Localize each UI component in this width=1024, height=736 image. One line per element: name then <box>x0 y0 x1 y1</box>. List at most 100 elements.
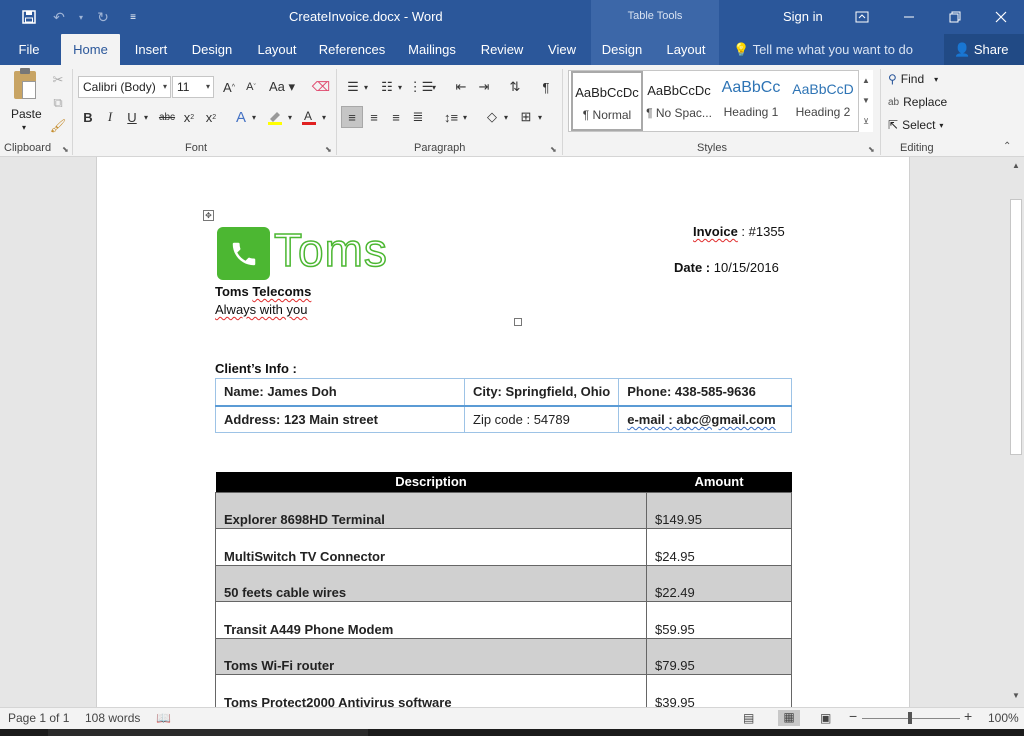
style-no-spacing[interactable]: AaBbCcDc ¶ No Spac... <box>643 71 715 131</box>
multilevel-dropdown-icon[interactable]: ▾ <box>428 76 440 98</box>
change-case-icon[interactable]: Aa ▾ <box>267 76 297 98</box>
underline-dropdown-icon[interactable]: ▾ <box>140 106 152 128</box>
ribbon-display-options-icon[interactable] <box>839 0 885 34</box>
client-address[interactable]: Address: 123 Main street <box>215 404 465 433</box>
scroll-down-icon[interactable]: ▼ <box>1010 691 1022 703</box>
undo-icon[interactable]: ↶ <box>44 0 74 34</box>
zoom-level[interactable]: 100% <box>988 711 1019 725</box>
tab-table-layout[interactable]: Layout <box>653 34 719 65</box>
item-amount[interactable]: $24.95 <box>646 528 792 566</box>
sort-icon[interactable]: ⇅ <box>504 76 526 98</box>
line-spacing-dropdown-icon[interactable]: ▾ <box>459 106 471 128</box>
decrease-indent-icon[interactable]: ⇤ <box>450 76 472 98</box>
align-right-icon[interactable]: ≡ <box>385 106 407 128</box>
clipboard-launcher-icon[interactable]: ⬊ <box>62 145 69 154</box>
tab-mailings[interactable]: Mailings <box>401 34 463 65</box>
select-button[interactable]: ⇱ Select ▾ <box>888 118 943 132</box>
text-effects-dropdown-icon[interactable]: ▾ <box>248 106 260 128</box>
font-color-icon[interactable]: A <box>298 106 320 128</box>
subscript-button[interactable]: x2 <box>178 106 200 128</box>
proofing-icon[interactable]: 📖 <box>156 711 171 725</box>
copy-icon[interactable]: ⧉ <box>47 92 69 114</box>
item-description[interactable]: Toms Wi-Fi router <box>215 637 647 675</box>
find-button[interactable]: ⚲ Find ▾ <box>888 72 938 86</box>
scroll-down-icon[interactable]: ▼ <box>862 96 870 105</box>
paste-button[interactable]: Paste ▾ <box>6 68 44 135</box>
scrollbar-thumb[interactable] <box>1010 199 1022 455</box>
web-layout-icon[interactable]: ▣ <box>820 711 831 725</box>
client-phone[interactable]: Phone: 438-585-9636 <box>618 378 792 406</box>
tab-design[interactable]: Design <box>186 34 238 65</box>
style-heading-2[interactable]: AaBbCcD Heading 2 <box>787 71 859 131</box>
font-name-combo[interactable]: Calibri (Body) ▾ <box>78 76 171 98</box>
close-icon[interactable] <box>978 0 1024 34</box>
numbering-dropdown-icon[interactable]: ▾ <box>394 76 406 98</box>
format-painter-icon[interactable]: 🖌 <box>47 115 69 137</box>
collapse-ribbon-icon[interactable]: ⌃ <box>1003 141 1011 152</box>
read-mode-icon[interactable]: ▤ <box>743 711 754 725</box>
sign-in-link[interactable]: Sign in <box>783 9 823 24</box>
show-formatting-icon[interactable]: ¶ <box>535 76 557 98</box>
scroll-up-icon[interactable]: ▲ <box>862 76 870 85</box>
item-description[interactable]: Toms Protect2000 Antivirus software <box>215 674 647 707</box>
superscript-button[interactable]: x2 <box>200 106 222 128</box>
zoom-out-icon[interactable]: − <box>849 708 857 724</box>
item-description[interactable]: 50 feets cable wires <box>215 564 647 602</box>
minimize-icon[interactable] <box>886 0 932 34</box>
bold-button[interactable]: B <box>77 106 99 128</box>
item-description[interactable]: Explorer 8698HD Terminal <box>215 491 647 529</box>
tab-table-design[interactable]: Design <box>591 34 653 65</box>
item-amount[interactable]: $79.95 <box>646 637 792 675</box>
scroll-up-icon[interactable]: ▲ <box>1010 161 1022 173</box>
tab-home[interactable]: Home <box>61 34 120 65</box>
italic-button[interactable]: I <box>99 106 121 128</box>
replace-button[interactable]: ab Replace <box>888 95 947 109</box>
shrink-font-icon[interactable]: Aˇ <box>240 76 262 98</box>
align-center-icon[interactable]: ≡ <box>363 106 385 128</box>
cut-icon[interactable]: ✂ <box>47 69 69 91</box>
client-email[interactable]: e-mail : abc@gmail.com <box>618 404 792 433</box>
tell-me-box[interactable]: 💡 Tell me what you want to do <box>733 34 913 65</box>
strikethrough-button[interactable]: abc <box>156 106 178 128</box>
client-name[interactable]: Name: James Doh <box>215 378 465 406</box>
tab-view[interactable]: View <box>541 34 583 65</box>
paragraph-launcher-icon[interactable]: ⬊ <box>550 145 557 154</box>
zoom-slider-thumb[interactable] <box>908 712 912 724</box>
vertical-scrollbar[interactable]: ▲ ▼ <box>1008 157 1024 707</box>
tab-references[interactable]: References <box>316 34 388 65</box>
item-amount[interactable]: $149.95 <box>646 491 792 529</box>
tab-review[interactable]: Review <box>476 34 528 65</box>
item-amount[interactable]: $39.95 <box>646 674 792 707</box>
item-description[interactable]: MultiSwitch TV Connector <box>215 528 647 566</box>
font-size-combo[interactable]: 11 ▾ <box>172 76 214 98</box>
tab-insert[interactable]: Insert <box>128 34 174 65</box>
client-zip[interactable]: Zip code : 54789 <box>463 404 620 433</box>
style-heading-1[interactable]: AaBbCc Heading 1 <box>715 71 787 131</box>
text-anchor-handle[interactable] <box>514 318 522 326</box>
tab-layout[interactable]: Layout <box>251 34 303 65</box>
highlight-icon[interactable] <box>264 106 286 128</box>
font-color-dropdown-icon[interactable]: ▾ <box>318 106 330 128</box>
client-city[interactable]: City: Springfield, Ohio <box>463 378 620 406</box>
zoom-in-icon[interactable]: + <box>964 708 972 724</box>
align-left-icon[interactable]: ≡ <box>341 106 363 128</box>
undo-dropdown-icon[interactable]: ▾ <box>74 0 88 34</box>
justify-icon[interactable]: ≣ <box>407 106 429 128</box>
shading-dropdown-icon[interactable]: ▾ <box>500 106 512 128</box>
increase-indent-icon[interactable]: ⇥ <box>473 76 495 98</box>
item-amount[interactable]: $59.95 <box>646 601 792 639</box>
table-move-handle-icon[interactable]: ✥ <box>203 210 214 221</box>
page-count[interactable]: Page 1 of 1 <box>8 711 69 725</box>
document-page[interactable]: ✥ Toms Invoice : #1355 Date : 10/15/2016… <box>96 157 910 707</box>
print-layout-icon[interactable]: ▦ <box>778 710 800 726</box>
save-icon[interactable] <box>14 0 44 34</box>
more-styles-icon[interactable]: ⊻ <box>863 117 869 126</box>
item-amount[interactable]: $22.49 <box>646 564 792 602</box>
highlight-dropdown-icon[interactable]: ▾ <box>284 106 296 128</box>
share-button[interactable]: 👤 Share <box>944 34 1024 65</box>
word-count[interactable]: 108 words <box>85 711 140 725</box>
font-launcher-icon[interactable]: ⬊ <box>325 145 332 154</box>
styles-launcher-icon[interactable]: ⬊ <box>868 145 875 154</box>
borders-dropdown-icon[interactable]: ▾ <box>534 106 546 128</box>
style-normal[interactable]: AaBbCcDc ¶ Normal <box>571 71 643 131</box>
